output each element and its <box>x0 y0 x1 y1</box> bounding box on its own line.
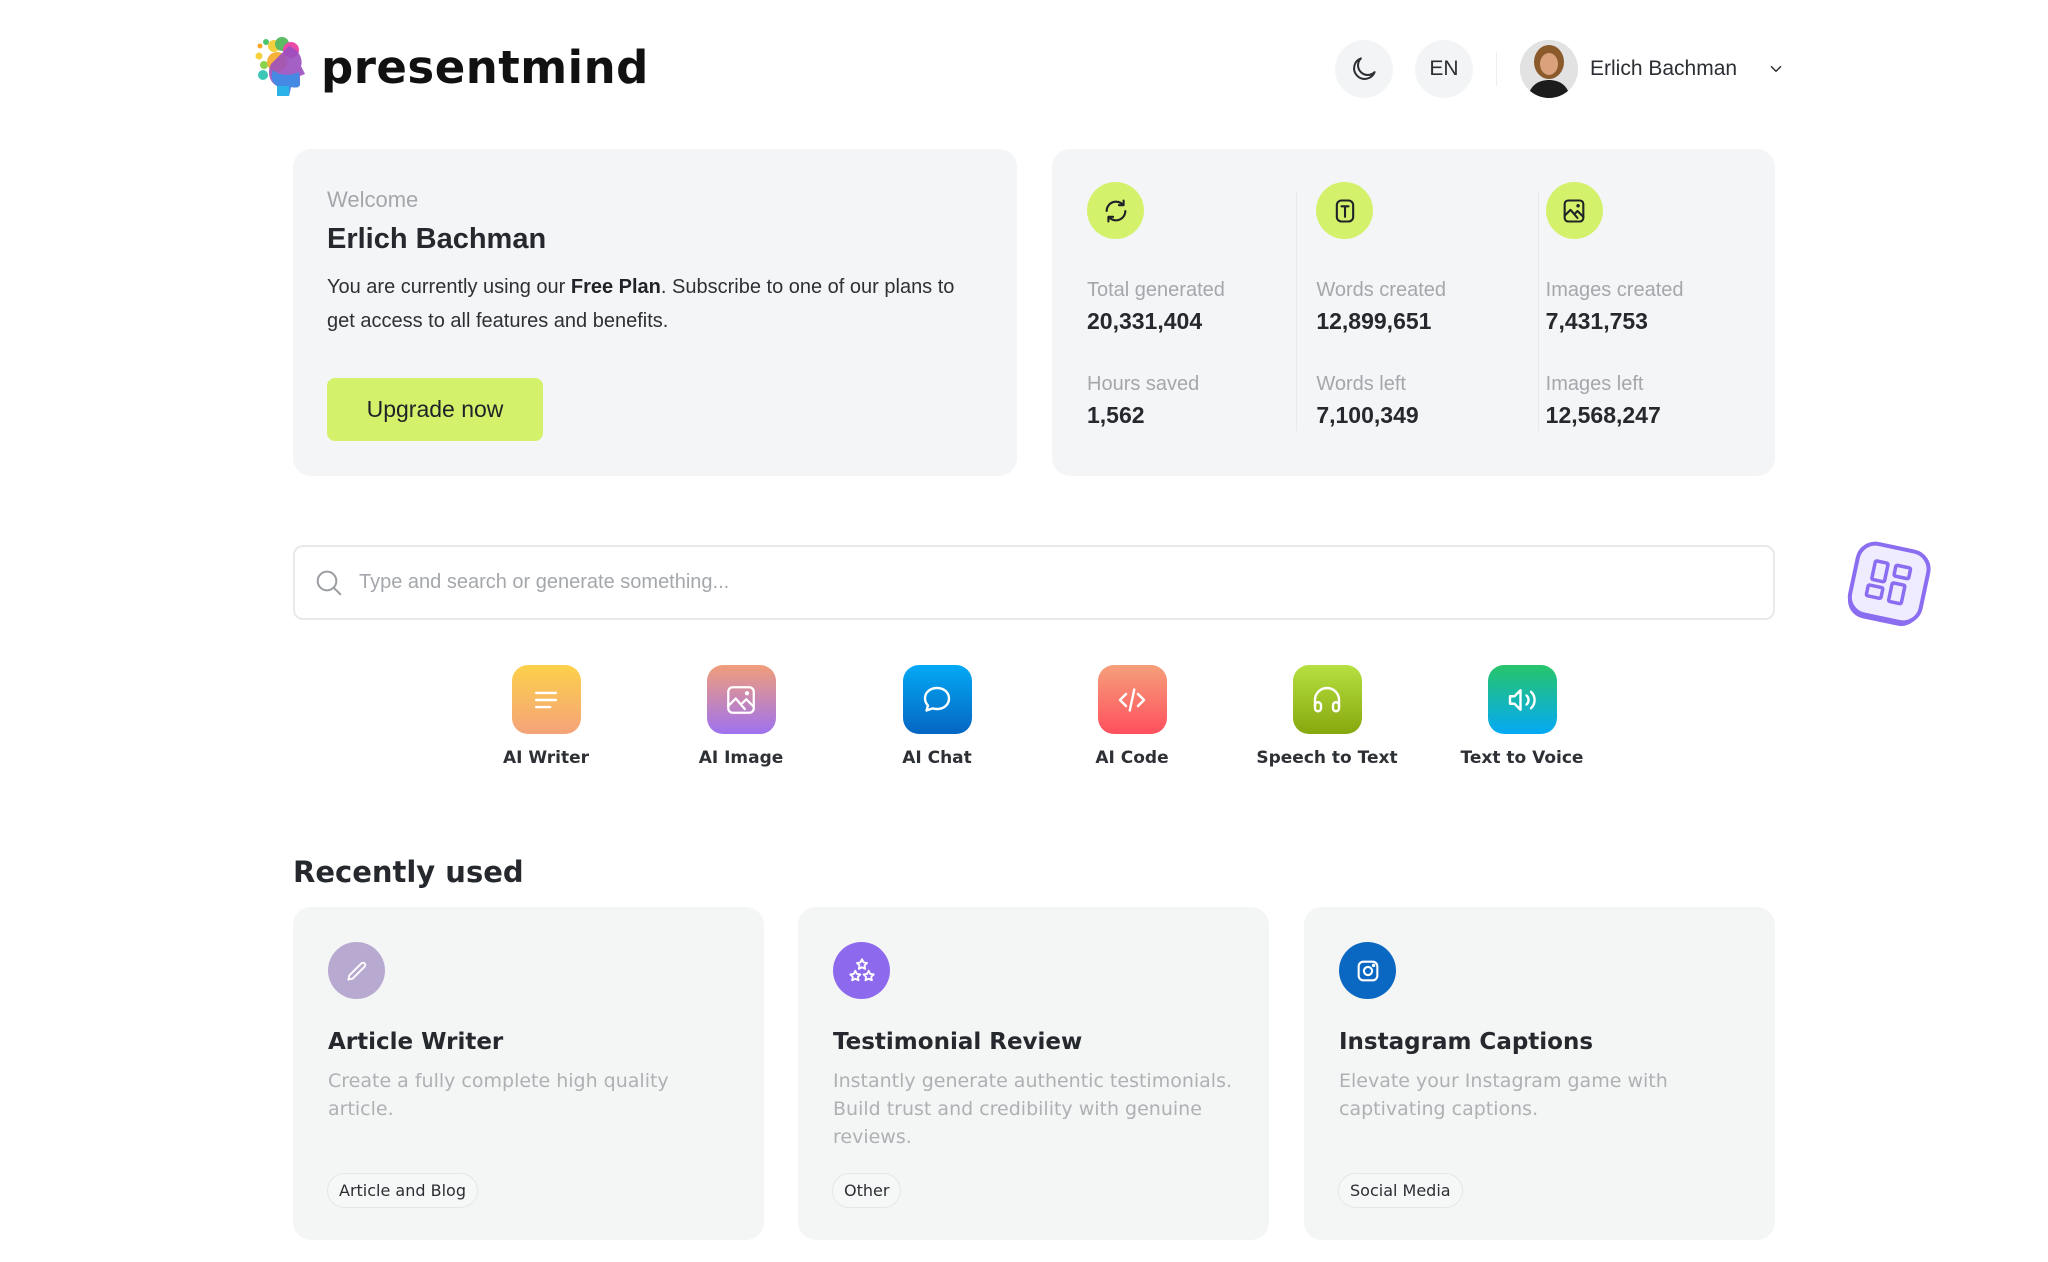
app-icon-tile <box>902 665 972 734</box>
chat-bubble-icon <box>923 686 951 712</box>
stat-label: Total generated <box>1087 279 1225 301</box>
recent-card-title: Instagram Captions <box>1339 1029 1594 1055</box>
app-label: AI Writer <box>502 748 590 768</box>
brand-name: presentmind <box>321 40 649 94</box>
stars-icon <box>848 957 875 981</box>
user-name: Erlich Bachman <box>1590 57 1738 80</box>
headphones-icon <box>1313 686 1341 712</box>
category-tag[interactable]: Social Media <box>1338 1173 1463 1208</box>
recent-card-title: Testimonial Review <box>833 1029 1083 1055</box>
app-label: Speech to Text <box>1256 748 1398 768</box>
category-tag[interactable]: Other <box>832 1173 902 1208</box>
stat-icon-badge <box>1545 182 1603 239</box>
recent-card-icon-badge <box>1339 942 1396 999</box>
language-button[interactable]: EN <box>1415 40 1473 98</box>
stat-label: Images left <box>1545 373 1644 395</box>
brand-logo[interactable]: presentmind <box>255 36 649 98</box>
app-label: Text to Voice <box>1460 748 1584 768</box>
grid-icon <box>1847 541 1931 627</box>
current-plan: Free Plan <box>570 276 661 298</box>
app-shortcuts: AI Writer AI Image AI Chat AI Code Speec… <box>0 665 2048 775</box>
recent-card-description: Elevate your Instagram game with captiva… <box>1339 1070 1668 1120</box>
recently-used-heading: Recently used <box>293 855 524 889</box>
search-bar[interactable] <box>293 545 1775 620</box>
stat-words-created: Words created 12,899,651 <box>1316 279 1525 335</box>
search-input[interactable] <box>359 571 1739 594</box>
recent-card-description: Instantly generate authentic testimonial… <box>833 1070 1233 1148</box>
image-icon <box>1563 198 1585 223</box>
logo-head-icon <box>255 37 305 96</box>
app-ai-image[interactable]: AI Image <box>651 665 831 768</box>
recent-card-description: Create a fully complete high quality art… <box>328 1070 669 1120</box>
stat-images-left: Images left 12,568,247 <box>1546 373 1755 429</box>
stat-column-images: Images created 7,431,753 Images left 12,… <box>1545 182 1775 476</box>
stat-column-generated: Total generated 20,331,404 Hours saved 1… <box>1087 182 1316 476</box>
plan-message-prefix: You are currently using our <box>327 276 571 298</box>
image-icon <box>727 685 755 714</box>
recent-card-article-writer[interactable]: Article Writer Create a fully complete h… <box>293 907 764 1240</box>
stat-label: Words created <box>1316 279 1447 301</box>
app-label: AI Chat <box>902 748 972 768</box>
upgrade-now-button[interactable]: Upgrade now <box>327 378 543 441</box>
speaker-icon <box>1508 688 1536 711</box>
avatar-photo <box>1520 40 1578 98</box>
search-icon <box>316 570 342 595</box>
stat-value: 20,331,404 <box>1087 308 1203 334</box>
stat-value: 12,568,247 <box>1545 402 1661 428</box>
stat-label: Words left <box>1316 373 1406 395</box>
stat-value: 7,100,349 <box>1316 402 1419 428</box>
text-icon <box>1335 198 1355 223</box>
chevron-down-icon[interactable] <box>1767 60 1785 78</box>
app-ai-chat[interactable]: AI Chat <box>847 665 1027 768</box>
app-ai-writer[interactable]: AI Writer <box>456 665 636 768</box>
apps-grid-floating-button[interactable] <box>1843 538 1935 630</box>
instagram-icon <box>1357 960 1378 981</box>
welcome-user-name: Erlich Bachman <box>327 223 547 255</box>
stat-column-words: Words created 12,899,651 Words left 7,10… <box>1316 182 1545 476</box>
stat-value: 7,431,753 <box>1545 308 1648 334</box>
stat-value: 1,562 <box>1087 402 1145 428</box>
stat-words-left: Words left 7,100,349 <box>1316 373 1525 429</box>
app-icon-tile <box>1292 665 1362 734</box>
app-text-to-voice[interactable]: Text to Voice <box>1432 665 1612 768</box>
app-ai-code[interactable]: AI Code <box>1042 665 1222 768</box>
app-speech-to-text[interactable]: Speech to Text <box>1237 665 1417 768</box>
app-label: AI Code <box>1095 748 1169 768</box>
stat-total-generated: Total generated 20,331,404 <box>1087 279 1296 335</box>
stat-label: Hours saved <box>1087 373 1200 395</box>
stat-icon-badge <box>1087 182 1144 239</box>
app-label: AI Image <box>698 748 784 768</box>
pencil-icon <box>346 961 366 981</box>
theme-toggle-button[interactable] <box>1335 40 1393 98</box>
welcome-card: Welcome Erlich Bachman You are currently… <box>293 149 1017 476</box>
app-icon-tile <box>1097 665 1167 734</box>
code-icon <box>1118 687 1146 712</box>
app-icon-tile <box>1487 665 1557 734</box>
app-icon-tile <box>511 665 581 734</box>
stat-hours-saved: Hours saved 1,562 <box>1087 373 1296 429</box>
recent-card-instagram-captions[interactable]: Instagram Captions Elevate your Instagra… <box>1304 907 1775 1240</box>
plan-message: You are currently using our Free Plan. S… <box>327 270 987 338</box>
refresh-icon <box>1105 198 1126 223</box>
category-tag[interactable]: Article and Blog <box>327 1173 478 1208</box>
avatar <box>1520 40 1578 98</box>
stat-images-created: Images created 7,431,753 <box>1546 279 1755 335</box>
user-menu[interactable]: Erlich Bachman <box>1520 40 1785 98</box>
stat-value: 12,899,651 <box>1316 308 1432 334</box>
stat-label: Images created <box>1545 279 1684 301</box>
recent-card-icon-badge <box>833 942 890 999</box>
recent-card-icon-badge <box>328 942 385 999</box>
stat-icon-badge <box>1316 182 1374 239</box>
lines-icon <box>534 691 558 708</box>
header: presentmind EN Erlich Bachman <box>0 0 2048 130</box>
header-divider <box>1496 52 1497 86</box>
stats-card: Total generated 20,331,404 Hours saved 1… <box>1052 149 1775 476</box>
recent-card-title: Article Writer <box>328 1029 504 1055</box>
stats-divider <box>1296 191 1297 431</box>
recent-card-testimonial-review[interactable]: Testimonial Review Instantly generate au… <box>798 907 1269 1240</box>
welcome-label: Welcome <box>327 187 419 212</box>
moon-icon <box>1353 57 1376 80</box>
app-icon-tile <box>706 665 776 734</box>
stats-divider <box>1538 191 1539 431</box>
